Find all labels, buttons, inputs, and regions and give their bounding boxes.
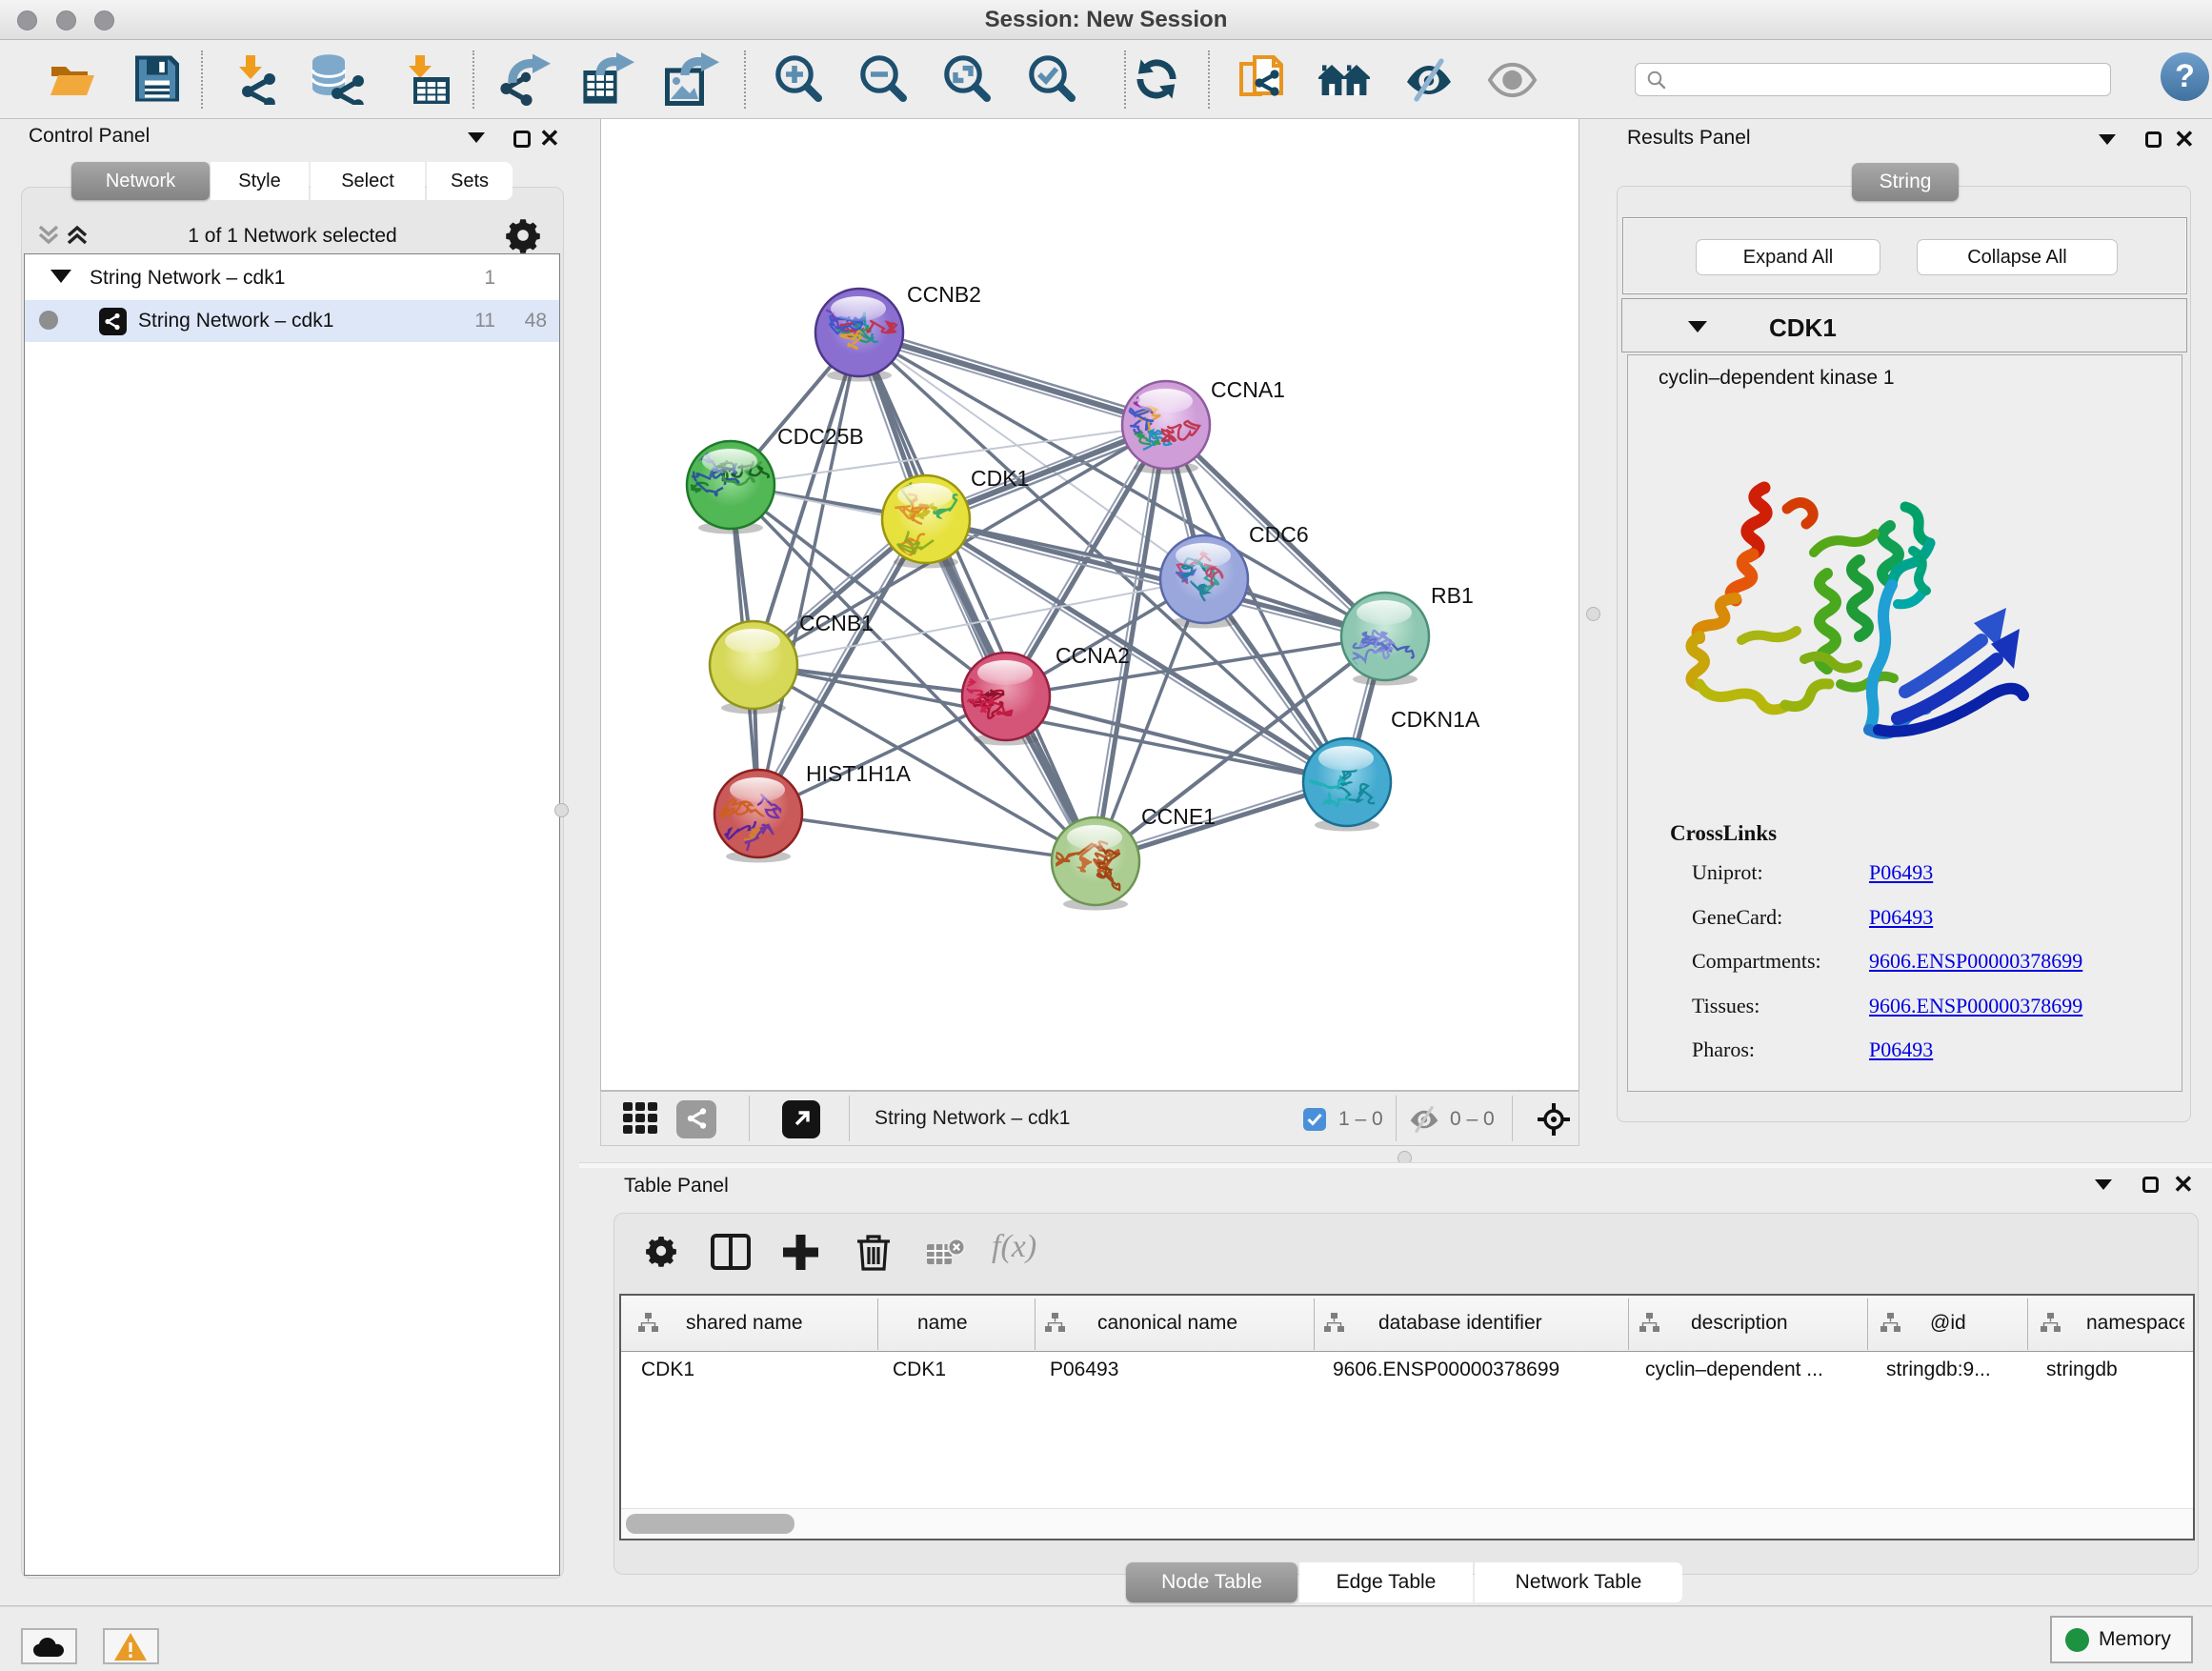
svg-text:CDC6: CDC6 xyxy=(1249,522,1309,547)
svg-text:CDKN1A: CDKN1A xyxy=(1391,707,1480,732)
svg-text:CCNE1: CCNE1 xyxy=(1141,804,1216,829)
svg-text:CCNB2: CCNB2 xyxy=(907,282,981,307)
svg-text:CCNA2: CCNA2 xyxy=(1056,643,1130,668)
svg-text:CCNB1: CCNB1 xyxy=(799,611,874,635)
svg-text:CCNA1: CCNA1 xyxy=(1211,377,1285,402)
svg-text:CDC25B: CDC25B xyxy=(777,424,864,449)
svg-text:HIST1H1A: HIST1H1A xyxy=(806,761,912,786)
svg-text:CDK1: CDK1 xyxy=(971,466,1029,491)
svg-text:RB1: RB1 xyxy=(1431,583,1474,608)
